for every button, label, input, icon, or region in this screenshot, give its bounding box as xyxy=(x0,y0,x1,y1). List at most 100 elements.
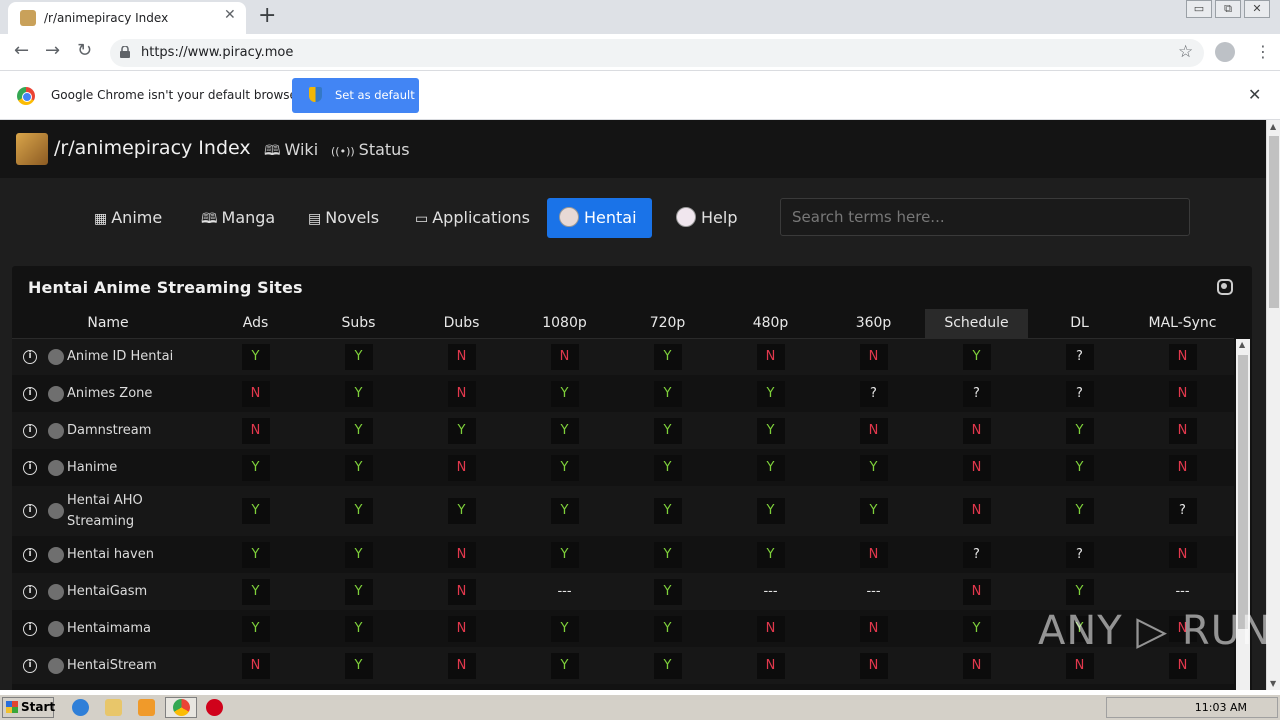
scroll-up-icon[interactable]: ▲ xyxy=(1239,340,1245,349)
site-name-cell: i Hanime xyxy=(12,449,204,486)
wiki-link[interactable]: 🕮 Wiki xyxy=(264,140,318,164)
infobar-message: Google Chrome isn't your default browser xyxy=(51,88,302,102)
table-row[interactable]: i Hentai haven Y Y N Y Y Y N?? N xyxy=(12,536,1234,573)
table-row[interactable]: i Animes Zone N Y N Y Y Y??? N xyxy=(12,375,1234,412)
info-icon[interactable]: i xyxy=(23,423,37,438)
toggle-columns-icon[interactable] xyxy=(1217,279,1233,295)
back-icon[interactable]: ← xyxy=(14,40,29,61)
reload-icon[interactable]: ↻ xyxy=(77,40,92,61)
restore-button[interactable]: ⧉ xyxy=(1215,0,1241,18)
column-header[interactable]: Subs xyxy=(307,309,410,339)
status-dot-icon xyxy=(48,459,64,476)
feature-value: --- xyxy=(763,583,778,599)
site-logo[interactable] xyxy=(16,133,48,165)
set-as-default-button[interactable]: Set as default xyxy=(292,78,419,113)
opera-icon[interactable] xyxy=(206,699,223,716)
minimize-button[interactable]: ▭ xyxy=(1186,0,1212,18)
site-name[interactable]: Damnstream xyxy=(67,423,151,438)
site-name[interactable]: HentaiStream xyxy=(67,658,157,673)
info-icon[interactable]: i xyxy=(23,621,37,636)
new-tab-button[interactable]: + xyxy=(258,2,276,30)
feature-value: N xyxy=(550,343,579,370)
site-name[interactable]: Hentai AHO Streaming xyxy=(67,490,157,532)
bookmark-star-icon[interactable]: ☆ xyxy=(1178,42,1193,62)
scroll-up-icon[interactable]: ▲ xyxy=(1270,122,1276,131)
feature-cell: Y xyxy=(616,338,719,375)
ie-icon[interactable] xyxy=(72,699,89,716)
scroll-down-icon[interactable]: ▼ xyxy=(1270,679,1276,688)
infobar-close-icon[interactable]: ✕ xyxy=(1248,85,1261,104)
address-bar[interactable]: https://www.piracy.moe ☆ xyxy=(110,39,1204,67)
feature-value: Y xyxy=(550,615,579,642)
forward-icon[interactable]: → xyxy=(45,40,60,61)
start-button[interactable]: Start xyxy=(2,697,55,718)
table-row[interactable]: i Hanime Y Y N Y Y Y Y N Y N xyxy=(12,449,1234,486)
scrollbar-thumb[interactable] xyxy=(1269,136,1279,308)
feature-value: ? xyxy=(859,380,888,407)
feature-value: Y xyxy=(962,343,991,370)
table-row[interactable]: i Anime ID Hentai Y Y N N Y N N Y? N xyxy=(12,338,1234,375)
info-icon[interactable]: i xyxy=(23,386,37,401)
site-title[interactable]: /r/animepiracy Index xyxy=(54,137,251,159)
feature-cell: Y xyxy=(410,486,513,536)
tab-close-icon[interactable]: ✕ xyxy=(224,7,236,23)
feature-value: Y xyxy=(962,615,991,642)
feature-cell: ? xyxy=(822,375,925,412)
info-icon[interactable]: i xyxy=(23,349,37,364)
site-name[interactable]: Hanime xyxy=(67,460,117,475)
feature-cell: N xyxy=(925,449,1028,486)
column-header[interactable]: 360p xyxy=(822,309,925,339)
site-name-cell: i HentaiGasm xyxy=(12,573,204,610)
table-row[interactable]: i HentaiGasm Y Y N --- Y --- --- N Y --- xyxy=(12,573,1234,610)
feature-cell: ? xyxy=(1028,338,1131,375)
search-input[interactable] xyxy=(780,198,1190,236)
media-player-icon[interactable] xyxy=(138,699,155,716)
folder-icon[interactable] xyxy=(105,699,122,716)
column-header[interactable]: Dubs xyxy=(410,309,513,339)
feature-value: N xyxy=(447,380,476,407)
feature-value: N xyxy=(447,343,476,370)
column-header[interactable]: 720p xyxy=(616,309,719,339)
feature-value: Y xyxy=(1065,498,1094,524)
table-row[interactable]: i Hentai AHO Streaming Y Y Y Y Y Y Y N Y? xyxy=(12,486,1234,536)
column-header[interactable]: DL xyxy=(1028,309,1131,339)
page-scrollbar[interactable]: ▲ ▼ xyxy=(1266,120,1280,690)
feature-cell: --- xyxy=(719,573,822,610)
column-header[interactable]: MAL-Sync xyxy=(1131,309,1234,339)
info-icon[interactable]: i xyxy=(23,504,37,518)
feature-value: Y xyxy=(344,578,373,605)
chrome-taskbar-button[interactable] xyxy=(165,697,197,718)
info-icon[interactable]: i xyxy=(23,460,37,475)
info-icon[interactable]: i xyxy=(23,658,37,673)
feature-cell: Y xyxy=(513,486,616,536)
close-window-button[interactable]: ✕ xyxy=(1244,0,1270,18)
info-icon[interactable]: i xyxy=(23,547,37,562)
site-name[interactable]: Hentai haven xyxy=(67,547,154,562)
browser-tab[interactable]: /r/animepiracy Index ✕ xyxy=(8,2,246,34)
scrollbar-thumb[interactable] xyxy=(1238,355,1248,629)
column-header[interactable]: Ads xyxy=(204,309,307,339)
url-text[interactable]: https://www.piracy.moe xyxy=(141,45,293,60)
tab-hentai[interactable]: Hentai xyxy=(547,198,652,238)
site-name[interactable]: HentaiGasm xyxy=(67,584,147,599)
site-name[interactable]: Animes Zone xyxy=(67,386,152,401)
tab-novels[interactable]: ▤ Novels xyxy=(296,198,391,238)
tab-applications[interactable]: ▭ Applications xyxy=(403,198,542,238)
table-row[interactable]: i Damnstream N Y Y Y Y Y N N Y N xyxy=(12,412,1234,449)
tab-manga[interactable]: 🕮 Manga xyxy=(189,198,287,238)
feature-cell: Y xyxy=(719,375,822,412)
column-header[interactable]: 1080p xyxy=(513,309,616,339)
site-name[interactable]: Hentaimama xyxy=(67,621,151,636)
status-dot-icon xyxy=(48,657,64,674)
site-name[interactable]: Anime ID Hentai xyxy=(67,349,173,364)
tab-anime[interactable]: ▦ Anime xyxy=(82,198,174,238)
menu-icon[interactable]: ⋮ xyxy=(1255,42,1271,61)
column-header[interactable]: Name xyxy=(12,309,204,339)
profile-icon[interactable] xyxy=(1215,42,1235,62)
tab-help[interactable]: Help xyxy=(664,198,749,238)
feature-cell: N xyxy=(719,610,822,647)
column-header[interactable]: Schedule xyxy=(925,309,1028,339)
column-header[interactable]: 480p xyxy=(719,309,822,339)
info-icon[interactable]: i xyxy=(23,584,37,599)
status-link[interactable]: ((•)) Status xyxy=(331,140,410,159)
